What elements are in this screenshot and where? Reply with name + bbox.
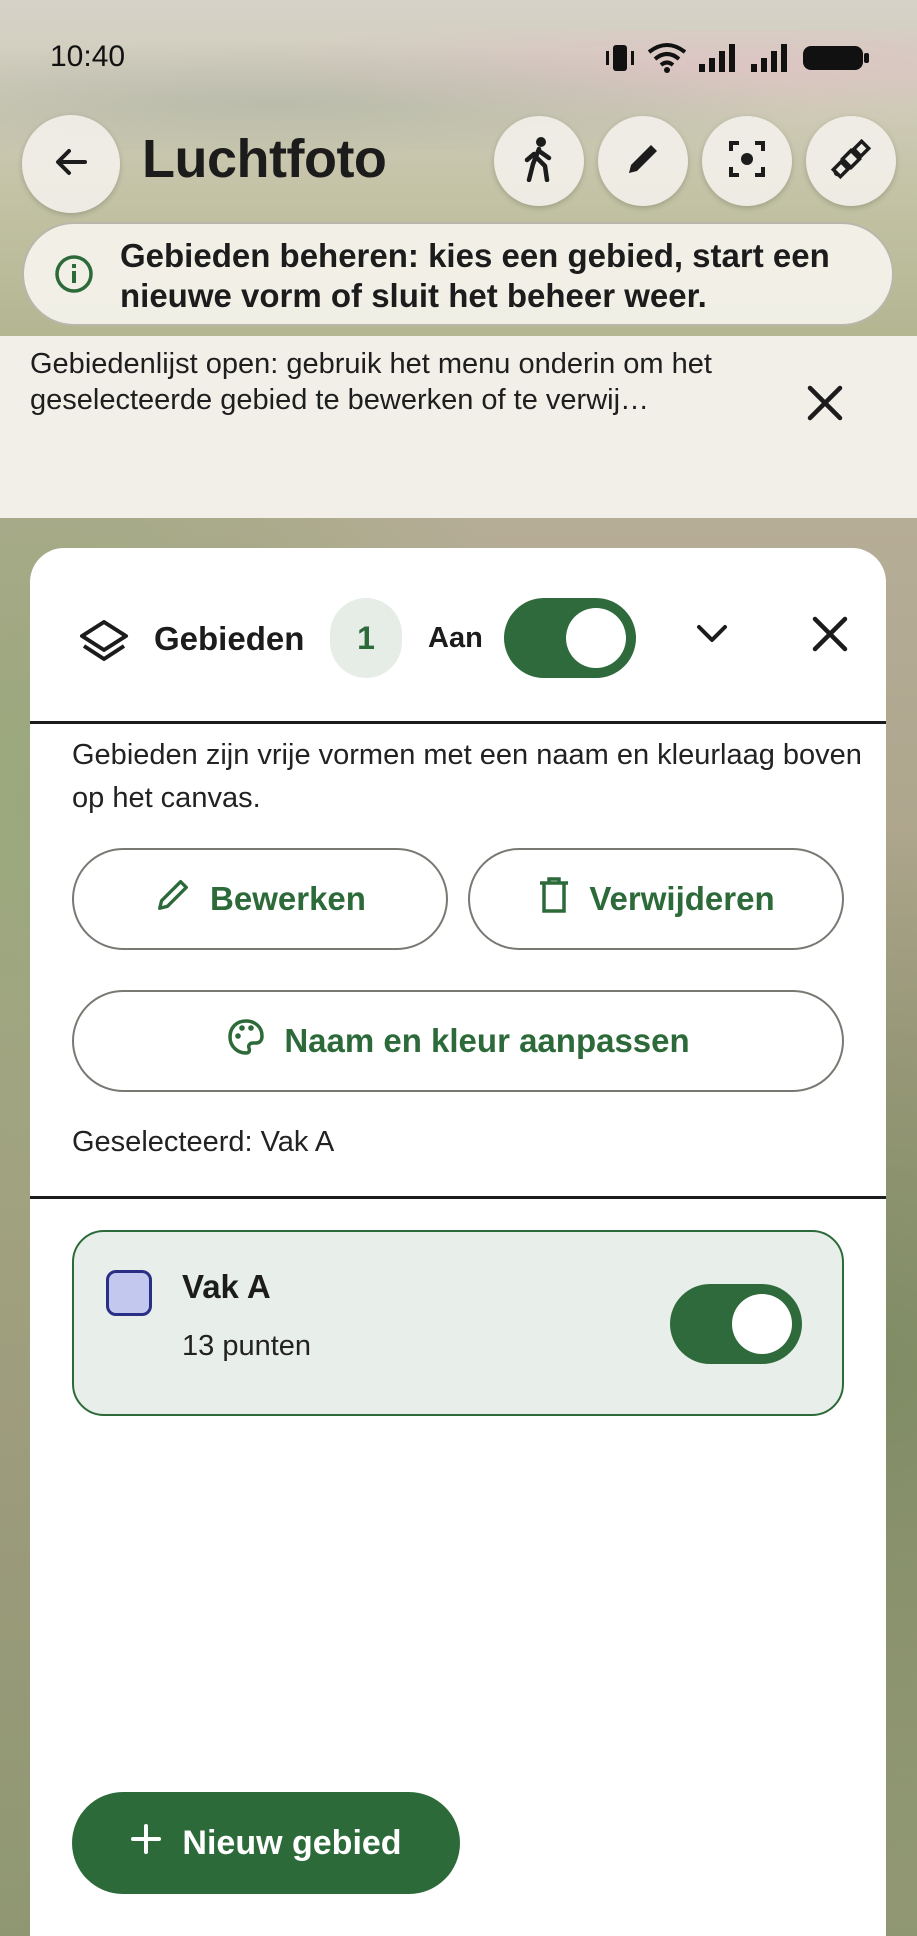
rename-color-button[interactable]: Naam en kleur aanpassen: [72, 990, 844, 1092]
back-arrow-icon: [51, 142, 91, 187]
vibrate-icon: [603, 42, 637, 74]
status-bar: 10:40: [0, 0, 917, 120]
draw-button[interactable]: [598, 116, 688, 206]
status-icons: [603, 42, 871, 74]
back-button[interactable]: [22, 115, 120, 213]
walk-icon: [519, 136, 559, 187]
area-count-badge: 1: [330, 598, 402, 678]
new-area-button[interactable]: Nieuw gebied: [72, 1792, 460, 1894]
collapse-button[interactable]: [686, 610, 738, 662]
plus-icon: [130, 1823, 162, 1864]
area-list-item[interactable]: Vak A 13 punten: [72, 1230, 844, 1416]
edit-button[interactable]: Bewerken: [72, 848, 448, 950]
focus-center-icon: [727, 139, 767, 184]
divider: [30, 1196, 886, 1199]
message-close-button[interactable]: [800, 380, 850, 430]
info-banner: Gebieden beheren: kies een gebied, start…: [22, 222, 894, 326]
wifi-icon: [647, 42, 687, 74]
pencil-icon: [623, 139, 663, 184]
palette-icon: [226, 1017, 266, 1065]
close-icon: [805, 383, 845, 428]
panel-close-button[interactable]: [804, 610, 856, 662]
trash-icon: [537, 875, 571, 923]
chevron-down-icon: [694, 622, 730, 651]
area-name: Vak A: [182, 1268, 271, 1305]
pencil-icon: [154, 876, 192, 922]
selected-area-label: Geselecteerd: Vak A: [72, 1126, 335, 1158]
battery-icon: [801, 42, 871, 74]
center-focus-button[interactable]: [702, 116, 792, 206]
info-icon: [54, 254, 94, 299]
message-text: Gebiedenlijst open: gebruik het menu ond…: [30, 348, 712, 416]
panel-title: Gebieden: [154, 620, 305, 657]
area-point-count: 13 punten: [182, 1330, 312, 1362]
area-visibility-toggle[interactable]: [670, 1284, 802, 1364]
signal-icon-2: [749, 42, 791, 74]
satellite-button[interactable]: [806, 116, 896, 206]
layers-icon: [78, 618, 130, 671]
toggle-knob: [566, 608, 626, 668]
area-color-swatch: [106, 1270, 152, 1316]
toggle-knob: [732, 1294, 792, 1354]
layer-visibility-toggle[interactable]: [504, 598, 636, 678]
panel-description: Gebieden zijn vrije vormen met een naam …: [72, 739, 862, 814]
walk-mode-button[interactable]: [494, 116, 584, 206]
areas-panel: Gebieden 1 Aan Gebieden zijn vrije vorme…: [30, 548, 886, 1936]
delete-button[interactable]: Verwijderen: [468, 848, 844, 950]
page-title: Luchtfoto: [142, 129, 387, 189]
satellite-icon: [829, 137, 873, 186]
message-bar: Gebiedenlijst open: gebruik het menu ond…: [0, 336, 917, 518]
rename-color-button-label: Naam en kleur aanpassen: [284, 1022, 690, 1059]
new-area-button-label: Nieuw gebied: [182, 1823, 402, 1862]
panel-header: Gebieden 1 Aan: [30, 548, 886, 724]
delete-button-label: Verwijderen: [589, 880, 775, 917]
signal-icon: [697, 42, 739, 74]
info-banner-text: Gebieden beheren: kies een gebied, start…: [120, 237, 830, 314]
edit-button-label: Bewerken: [210, 880, 366, 917]
layer-toggle-label: Aan: [428, 622, 483, 654]
status-time: 10:40: [50, 40, 126, 73]
close-icon: [810, 614, 850, 659]
